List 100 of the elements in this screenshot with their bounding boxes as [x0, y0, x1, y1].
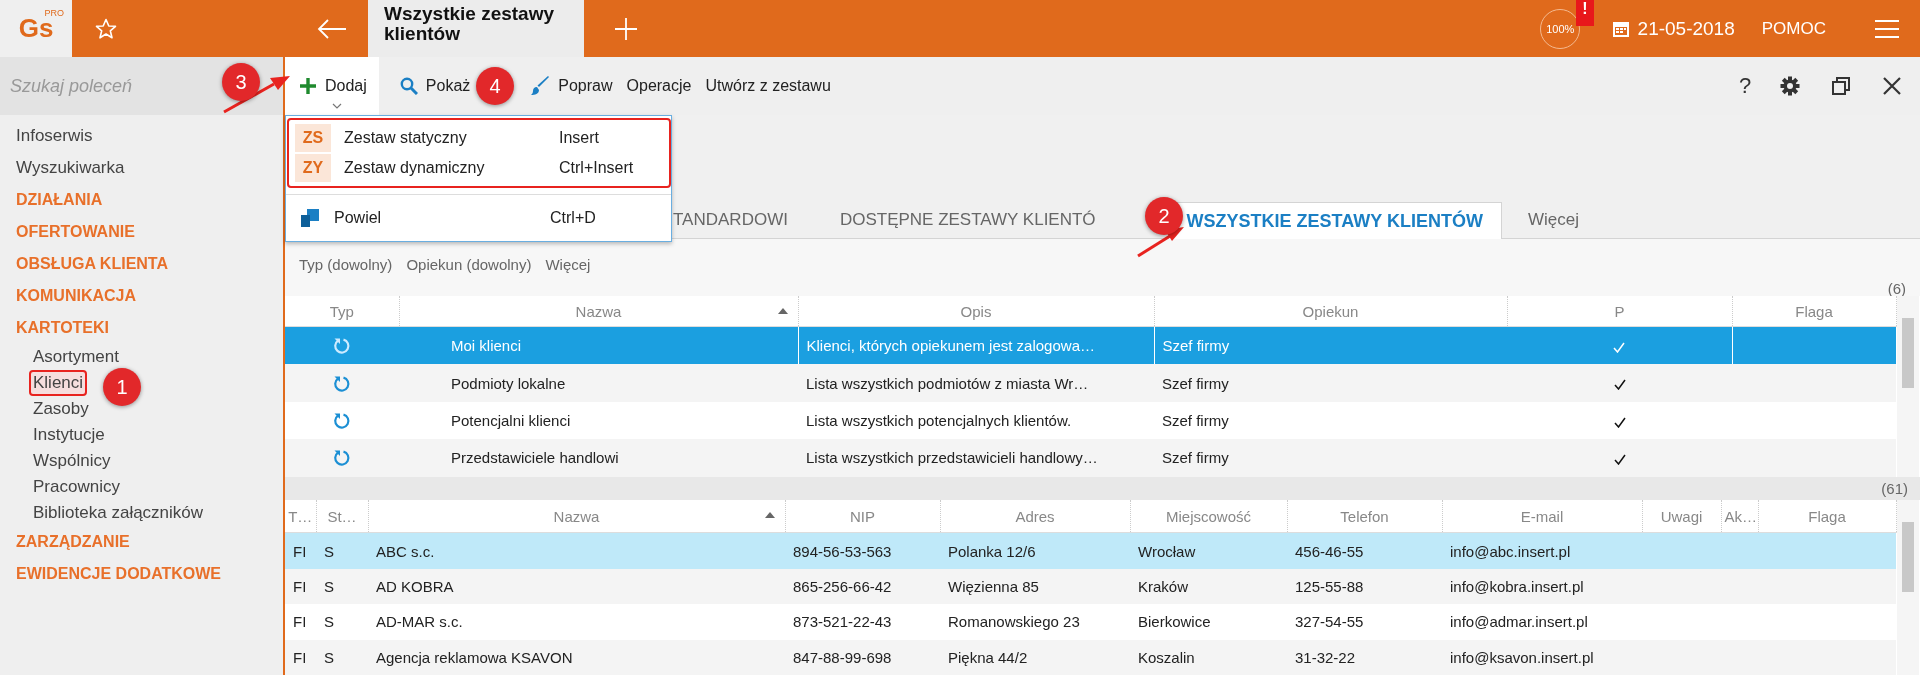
tab[interactable]: DOSTĘPNE ZESTAWY KLIENTÓ — [813, 202, 1122, 239]
back-arrow-icon[interactable] — [317, 17, 347, 40]
table-row[interactable]: FI S Agencja reklamowa KSAVON 847-88-99-698 Piękna 44/2 Koszalin 31-32-22 info@ksavon.insert.pl — [285, 639, 1896, 675]
calendar-icon[interactable] — [1611, 19, 1630, 38]
filter-link[interactable]: Opiekun (dowolny) — [406, 256, 532, 274]
column-header[interactable]: Uwagi — [1642, 500, 1721, 533]
star-icon[interactable] — [95, 17, 117, 40]
sidebar-item[interactable]: KOMUNIKACJA — [0, 280, 283, 312]
table-row[interactable]: FI S AD KOBRA 865-256-66-42 Więzienna 85 Kraków 125-55-88 info@kobra.insert.pl — [285, 568, 1896, 605]
table-cell: Klienci, których opiekunem jest zalogowa… — [798, 326, 1154, 365]
sidebar-subitem[interactable]: Biblioteka załączników — [31, 500, 206, 526]
sidebar-subitem[interactable]: Zasoby — [31, 396, 91, 422]
toolbar-button[interactable]: Dodaj — [285, 57, 379, 115]
table-cell: info@admar.insert.pl — [1442, 604, 1642, 640]
sidebar-item[interactable]: Infoserwis — [0, 120, 283, 152]
set-code-badge: ZY — [295, 154, 331, 182]
table-cell: Przedstawiciele handlowi — [399, 439, 798, 477]
help-link[interactable]: POMOC — [1761, 18, 1826, 39]
sidebar-item[interactable]: DZIAŁANIA — [0, 184, 283, 216]
sidebar-item[interactable]: KARTOTEKI — [0, 312, 283, 344]
settings-icon[interactable] — [1780, 76, 1800, 96]
table-cell: 31-32-22 — [1287, 639, 1442, 675]
table-row[interactable]: Moi klienci Klienci, których opiekunem jest zalogowa… Szef firmy — [285, 326, 1896, 365]
annotation-arrow — [222, 74, 292, 114]
column-header[interactable]: Ak… — [1721, 500, 1758, 533]
table-cell: 847-88-99-698 — [785, 639, 940, 675]
sidebar-subitem[interactable]: Asortyment — [31, 344, 121, 370]
restore-icon[interactable] — [1831, 76, 1851, 96]
sidebar-item[interactable]: OFERTOWANIE — [0, 216, 283, 248]
menu-icon[interactable] — [1874, 18, 1900, 39]
table-cell: Szef firmy — [1154, 364, 1507, 402]
column-header[interactable]: E-mail — [1442, 500, 1642, 533]
table-row[interactable]: Przedstawiciele handlowi Lista wszystkich przedstawicieli handlowy… Szef firmy — [285, 439, 1896, 477]
date-text: 21-05-2018 — [1637, 17, 1735, 40]
plus-icon[interactable] — [614, 16, 638, 41]
duplicate-icon — [301, 209, 319, 227]
sidebar-subitem[interactable]: Wspólnicy — [31, 448, 113, 474]
menu-item[interactable]: ZS Zestaw statyczny Insert — [289, 123, 669, 153]
table-cell: Agencja reklamowa KSAVON — [368, 639, 785, 675]
table-cell: AD-MAR s.c. — [368, 604, 785, 640]
menu-item[interactable]: ZY Zestaw dynamiczny Ctrl+Insert — [289, 153, 669, 183]
scrollbar[interactable] — [1896, 296, 1919, 477]
table-cell: S — [316, 568, 368, 605]
table-cell: Polanka 12/6 — [940, 532, 1130, 569]
sidebar-subitem[interactable]: Instytucje — [31, 422, 107, 448]
search-field[interactable]: Szukaj poleceń — [0, 56, 212, 116]
help-button[interactable]: ? — [1730, 72, 1760, 100]
column-header[interactable]: Flaga — [1758, 500, 1896, 533]
table-cell: S — [316, 532, 368, 569]
sidebar-subitem[interactable]: Klienci — [29, 370, 88, 396]
sidebar-item[interactable]: OBSŁUGA KLIENTA — [0, 248, 283, 280]
toolbar-button[interactable]: Pokaż — [392, 57, 478, 115]
column-header[interactable]: P — [1507, 296, 1732, 327]
sidebar-subitem[interactable]: Pracownicy — [31, 474, 122, 500]
table-cell: Szef firmy — [1154, 401, 1507, 440]
column-header[interactable]: Miejscowość — [1130, 500, 1287, 533]
filter-link[interactable]: Więcej — [545, 256, 591, 274]
tab[interactable]: TANDARDOWI — [673, 202, 814, 239]
table-cell: 456-46-55 — [1287, 532, 1442, 569]
column-header[interactable]: St… — [316, 500, 368, 533]
table-cell: 894-56-53-563 — [785, 532, 940, 569]
menu-item[interactable]: Powiel Ctrl+D — [286, 194, 671, 235]
refresh-icon — [333, 412, 351, 430]
column-header[interactable]: Flaga — [1732, 296, 1896, 327]
column-header[interactable]: Opiekun — [1154, 296, 1507, 327]
sidebar-item[interactable]: Wyszukiwarka — [0, 152, 283, 184]
table-row[interactable]: Potencjalni klienci Lista wszystkich potencjalnych klientów. Szef firmy — [285, 401, 1896, 440]
tab[interactable]: Więcej — [1501, 202, 1605, 239]
toolbar-button[interactable]: Utwórz z zestawu — [698, 57, 838, 115]
column-header[interactable]: Telefon — [1287, 500, 1442, 533]
table-cell: AD KOBRA — [368, 568, 785, 605]
refresh-icon — [333, 449, 351, 468]
column-header[interactable]: T… — [285, 500, 316, 533]
toolbar-button[interactable]: Popraw — [523, 57, 620, 115]
table-row[interactable]: FI S ABC s.c. 894-56-53-563 Polanka 12/6 Wrocław 456-46-55 info@abc.insert.pl — [285, 532, 1896, 569]
table-cell: S — [316, 639, 368, 675]
filter-link[interactable]: Typ (dowolny) — [299, 256, 393, 274]
table-cell: Szef firmy — [1154, 439, 1507, 477]
alert-badge[interactable]: ! — [1576, 0, 1594, 26]
toolbar-button[interactable]: Operacje — [619, 57, 699, 115]
sidebar-item[interactable]: ZARZĄDZANIE — [0, 526, 283, 558]
column-header[interactable]: NIP — [785, 500, 940, 533]
table-cell: S — [316, 604, 368, 640]
table-row[interactable]: Podmioty lokalne Lista wszystkich podmiotów z miasta Wr… Szef firmy — [285, 364, 1896, 402]
record-count: (61) — [1881, 480, 1908, 497]
table-cell: Koszalin — [1130, 639, 1287, 675]
search-icon — [399, 77, 418, 95]
column-header[interactable]: Typ — [285, 296, 399, 327]
column-header[interactable]: Adres — [940, 500, 1130, 533]
column-header[interactable]: Nazwa — [399, 296, 798, 327]
table-cell: 873-521-22-43 — [785, 604, 940, 640]
column-header[interactable]: Nazwa — [368, 500, 785, 533]
table-cell: Potencjalni klienci — [399, 401, 798, 440]
sidebar-item[interactable]: EWIDENCJE DODATKOWE — [0, 558, 283, 590]
column-header[interactable]: Opis — [798, 296, 1154, 327]
table-cell: Więzienna 85 — [940, 568, 1130, 605]
scrollbar[interactable] — [1896, 500, 1919, 675]
table-row[interactable]: FI S AD-MAR s.c. 873-521-22-43 Romanowskiego 23 Bierkowice 327-54-55 info@admar.insert.pl — [285, 604, 1896, 640]
close-icon[interactable] — [1882, 76, 1902, 96]
logo-label: PRO — [44, 8, 64, 18]
